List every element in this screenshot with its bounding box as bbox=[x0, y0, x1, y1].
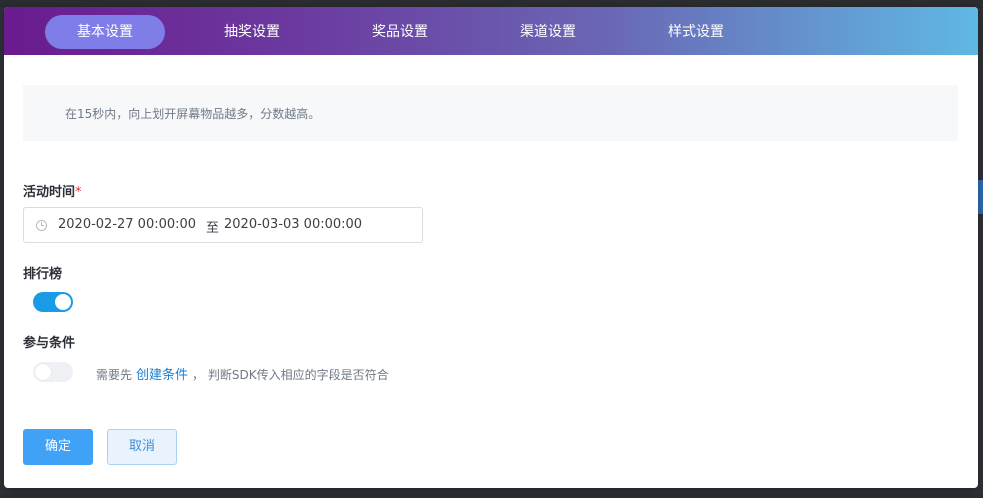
tab-style-settings[interactable]: 样式设置 bbox=[636, 15, 756, 49]
participation-hint: 需要先 创建条件 ， 判断SDK传入相应的字段是否符合 bbox=[96, 364, 389, 383]
hint-suffix: ， 判断SDK传入相应的字段是否符合 bbox=[192, 368, 389, 382]
settings-modal: 基本设置 抽奖设置 奖品设置 渠道设置 样式设置 在15秒内，向上划开屏幕物品越… bbox=[4, 7, 978, 488]
hint-prefix: 需要先 bbox=[96, 368, 133, 382]
activity-time-label: 活动时间* bbox=[23, 181, 82, 200]
leaderboard-label: 排行榜 bbox=[23, 267, 63, 282]
toggle-knob bbox=[35, 364, 51, 380]
tab-bar: 基本设置 抽奖设置 奖品设置 渠道设置 样式设置 bbox=[4, 7, 978, 55]
participation-toggle[interactable] bbox=[33, 362, 73, 382]
range-separator: 至 bbox=[206, 221, 220, 236]
create-condition-link[interactable]: 创建条件 bbox=[136, 368, 188, 383]
toggle-knob bbox=[55, 294, 71, 310]
tab-channel-settings[interactable]: 渠道设置 bbox=[488, 15, 608, 49]
cancel-button[interactable]: 取消 bbox=[107, 429, 177, 465]
participation-label: 参与条件 bbox=[23, 336, 76, 351]
confirm-button[interactable]: 确定 bbox=[23, 429, 93, 465]
end-date-value[interactable]: 2020-03-03 00:00:00 bbox=[224, 217, 362, 232]
activity-time-range-picker[interactable]: 2020-02-27 00:00:00 至 2020-03-03 00:00:0… bbox=[23, 207, 423, 243]
leaderboard-toggle[interactable] bbox=[33, 292, 73, 312]
required-mark: * bbox=[75, 185, 82, 200]
start-date-value[interactable]: 2020-02-27 00:00:00 bbox=[58, 217, 196, 232]
activity-time-label-text: 活动时间 bbox=[23, 185, 76, 200]
clock-icon bbox=[36, 220, 47, 231]
background-footer bbox=[0, 494, 983, 498]
game-description-text: 在15秒内，向上划开屏幕物品越多，分数越高。 bbox=[65, 107, 321, 121]
tab-basic-settings[interactable]: 基本设置 bbox=[45, 15, 165, 49]
game-description-box: 在15秒内，向上划开屏幕物品越多，分数越高。 bbox=[23, 85, 958, 141]
tab-prize-settings[interactable]: 奖品设置 bbox=[340, 15, 460, 49]
tab-lottery-settings[interactable]: 抽奖设置 bbox=[192, 15, 312, 49]
